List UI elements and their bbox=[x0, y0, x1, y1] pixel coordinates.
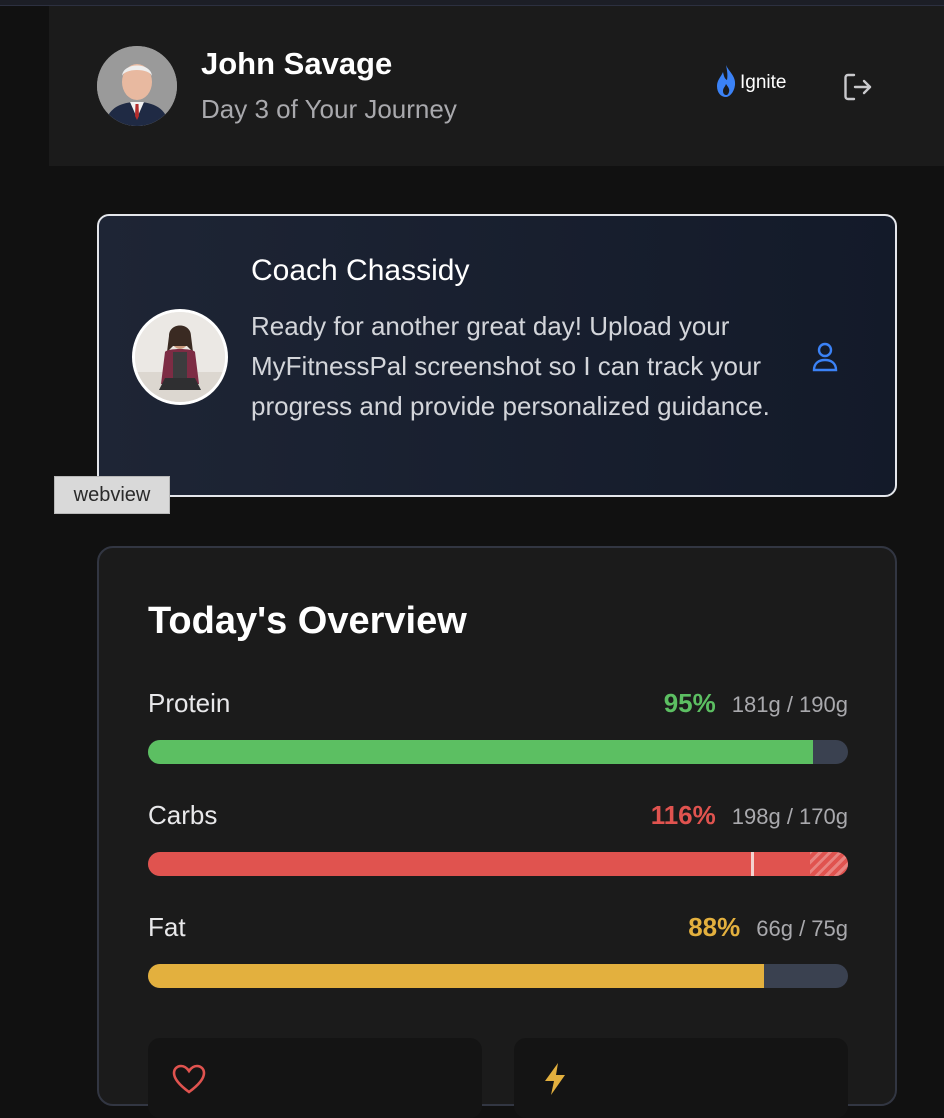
logout-button[interactable] bbox=[841, 70, 875, 104]
heart-icon bbox=[172, 1064, 206, 1099]
stat-card-energy[interactable] bbox=[514, 1038, 848, 1118]
coach-message-card: Coach Chassidy Ready for another great d… bbox=[97, 214, 897, 497]
progress-fill bbox=[148, 740, 813, 764]
bolt-icon bbox=[542, 1062, 568, 1101]
coach-profile-button[interactable] bbox=[810, 340, 840, 374]
macro-percent: 116% bbox=[650, 800, 716, 830]
webview-debug-tag: webview bbox=[54, 476, 170, 514]
person-icon bbox=[810, 342, 840, 378]
macro-amount: 181g / 190g bbox=[731, 692, 848, 717]
flame-icon bbox=[715, 64, 737, 103]
user-avatar[interactable] bbox=[97, 46, 177, 126]
macro-carbs: Carbs 116% 198g / 170g bbox=[148, 800, 848, 880]
carbs-progress-bar bbox=[148, 852, 848, 876]
macro-label: Carbs bbox=[148, 800, 218, 830]
stat-card-heart[interactable] bbox=[148, 1038, 482, 1118]
progress-fill bbox=[148, 852, 848, 876]
macro-percent: 88% bbox=[688, 912, 741, 942]
target-marker bbox=[751, 852, 755, 876]
progress-fill bbox=[148, 964, 764, 988]
coach-name: Coach Chassidy bbox=[251, 254, 470, 287]
protein-progress-bar bbox=[148, 740, 848, 764]
overage-hatch bbox=[809, 852, 848, 876]
brand-logo: Ignite bbox=[715, 64, 786, 102]
logout-icon bbox=[841, 73, 875, 108]
macro-label: Protein bbox=[148, 688, 231, 718]
overview-title: Today's Overview bbox=[148, 600, 467, 642]
journey-day-label: Day 3 of Your Journey bbox=[201, 94, 457, 124]
macro-percent: 95% bbox=[663, 688, 716, 718]
user-name: John Savage bbox=[201, 46, 393, 81]
macro-protein: Protein 95% 181g / 190g bbox=[148, 688, 848, 768]
coach-message: Ready for another great day! Upload your… bbox=[251, 311, 770, 421]
coach-avatar[interactable] bbox=[132, 309, 228, 405]
fat-progress-bar bbox=[148, 964, 848, 988]
brand-name: Ignite bbox=[740, 72, 787, 93]
macro-amount: 66g / 75g bbox=[756, 916, 848, 941]
macro-amount: 198g / 170g bbox=[731, 804, 848, 829]
todays-overview-card: Today's Overview Protein 95% 181g / 190g… bbox=[97, 546, 897, 1118]
macro-label: Fat bbox=[148, 912, 186, 942]
macro-fat: Fat 88% 66g / 75g bbox=[148, 912, 848, 992]
profile-header: John Savage Day 3 of Your Journey Ignite bbox=[49, 6, 944, 166]
